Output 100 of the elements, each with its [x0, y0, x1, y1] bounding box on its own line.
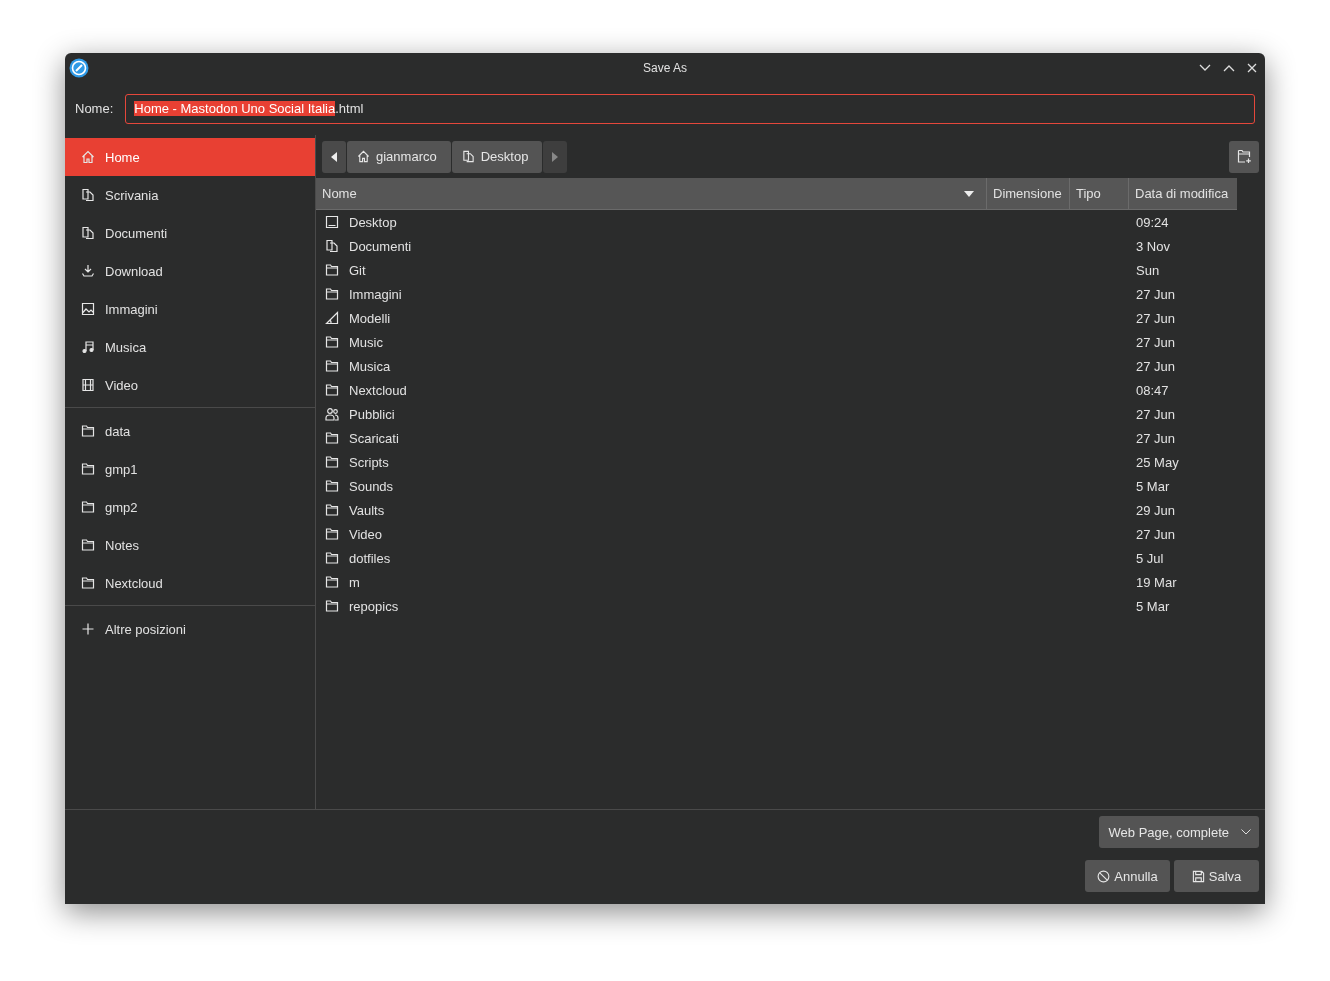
file-name[interactable]: m: [349, 574, 360, 590]
window-title: Save As: [643, 60, 687, 75]
file-name[interactable]: Immagini: [349, 286, 402, 302]
file-name[interactable]: Git: [349, 262, 366, 278]
file-name[interactable]: repopics: [349, 598, 399, 614]
documents-icon: [461, 150, 475, 163]
cancel-icon: [1097, 869, 1111, 883]
modified-date: 27 Jun: [1136, 310, 1176, 326]
sidebar-item[interactable]: gmp1: [65, 450, 315, 488]
file-name[interactable]: Vaults: [349, 502, 385, 518]
file-name[interactable]: Video: [349, 526, 382, 542]
back-button[interactable]: [322, 140, 346, 173]
file-name[interactable]: Pubblici: [349, 406, 395, 422]
sidebar-item[interactable]: Notes: [65, 526, 315, 564]
triangle-icon: [325, 311, 339, 325]
column-header[interactable]: Nome: [316, 178, 987, 209]
filename-input[interactable]: Home - Mastodon Uno Social Italia.html: [125, 93, 1255, 124]
app-logo-icon: [69, 57, 89, 78]
sidebar-item[interactable]: Scrivania: [65, 176, 315, 214]
left-arrow-icon: [331, 151, 337, 162]
column-header[interactable]: Data di modifica: [1129, 178, 1237, 209]
documents-icon: [325, 239, 339, 253]
modified-date: 27 Jun: [1136, 406, 1176, 422]
file-name[interactable]: Sounds: [349, 478, 394, 494]
file-name[interactable]: Modelli: [349, 310, 391, 326]
file-name[interactable]: Scaricati: [349, 430, 399, 446]
file-type-dropdown[interactable]: Web Page, complete: [1098, 816, 1259, 848]
modified-date: 27 Jun: [1136, 526, 1176, 542]
sidebar-item[interactable]: Video: [65, 366, 315, 404]
sidebar-item[interactable]: Immagini: [65, 290, 315, 328]
sidebar-item[interactable]: Musica: [65, 328, 315, 366]
modified-date: 3 Nov: [1136, 238, 1170, 254]
chevron-down-icon: [1241, 829, 1251, 835]
documents-icon: [81, 226, 95, 240]
documents-icon: [81, 188, 95, 202]
folder-icon: [325, 383, 339, 397]
file-name[interactable]: Documenti: [349, 238, 412, 254]
file-name[interactable]: Desktop: [349, 214, 397, 230]
modified-date: 27 Jun: [1136, 286, 1176, 302]
sidebar-item[interactable]: data: [65, 412, 315, 450]
right-arrow-icon: [552, 151, 559, 162]
sort-down-icon: [964, 190, 974, 197]
file-name[interactable]: Nextcloud: [349, 382, 407, 398]
folder-icon: [325, 479, 339, 493]
close-icon[interactable]: [1247, 62, 1257, 73]
folder-icon: [325, 575, 339, 589]
modified-date: 5 Mar: [1136, 478, 1170, 494]
folder-icon: [81, 576, 95, 590]
folder-icon: [325, 335, 339, 349]
path-button[interactable]: gianmarco: [347, 140, 451, 173]
maximize-icon[interactable]: [1223, 63, 1235, 72]
floppy-icon: [1191, 869, 1205, 883]
folder-icon: [81, 424, 95, 438]
monitor-icon: [325, 215, 339, 229]
folder-icon: [325, 359, 339, 373]
home-icon: [357, 150, 370, 163]
sidebar-item[interactable]: Home: [65, 138, 315, 176]
modified-date: 29 Jun: [1136, 502, 1176, 518]
modified-date: 27 Jun: [1136, 430, 1176, 446]
file-name[interactable]: dotfiles: [349, 550, 391, 566]
folder-icon: [81, 500, 95, 514]
cancel-button[interactable]: Annulla: [1085, 860, 1170, 892]
folder-icon: [325, 455, 339, 469]
sidebar-item[interactable]: Download: [65, 252, 315, 290]
column-header[interactable]: Dimensione: [987, 178, 1070, 209]
film-icon: [81, 378, 95, 392]
sidebar-item[interactable]: Nextcloud: [65, 564, 315, 602]
sidebar-item[interactable]: Altre posizioni: [65, 610, 315, 648]
modified-date: 5 Mar: [1136, 598, 1170, 614]
modified-date: 09:24: [1136, 214, 1169, 230]
music-note-icon: [81, 340, 95, 354]
column-header[interactable]: Tipo: [1070, 178, 1129, 209]
folder-icon: [325, 431, 339, 445]
file-name[interactable]: Scripts: [349, 454, 389, 470]
modified-date: Sun: [1136, 262, 1160, 278]
folder-icon: [325, 287, 339, 301]
modified-date: 25 May: [1136, 454, 1179, 470]
home-icon: [81, 150, 95, 164]
folder-icon: [81, 462, 95, 476]
folder-icon: [325, 599, 339, 613]
folder-icon: [325, 503, 339, 517]
image-icon: [81, 302, 95, 316]
modified-date: 19 Mar: [1136, 574, 1177, 590]
file-name[interactable]: Musica: [349, 358, 391, 374]
path-button[interactable]: Desktop: [451, 140, 543, 173]
plus-icon: [81, 622, 95, 636]
sidebar-item[interactable]: gmp2: [65, 488, 315, 526]
save-button[interactable]: Salva: [1174, 860, 1259, 892]
sidebar-item[interactable]: Documenti: [65, 214, 315, 252]
download-icon: [81, 264, 95, 278]
modified-date: 08:47: [1136, 382, 1169, 398]
file-name[interactable]: Music: [349, 334, 383, 350]
new-folder-button[interactable]: [1229, 140, 1259, 173]
minimize-icon[interactable]: [1199, 63, 1211, 72]
forward-button[interactable]: [543, 140, 568, 173]
name-label: Nome:: [75, 101, 114, 116]
folder-icon: [325, 527, 339, 541]
modified-date: 5 Jul: [1136, 550, 1164, 566]
modified-date: 27 Jun: [1136, 334, 1176, 350]
modified-date: 27 Jun: [1136, 358, 1176, 374]
